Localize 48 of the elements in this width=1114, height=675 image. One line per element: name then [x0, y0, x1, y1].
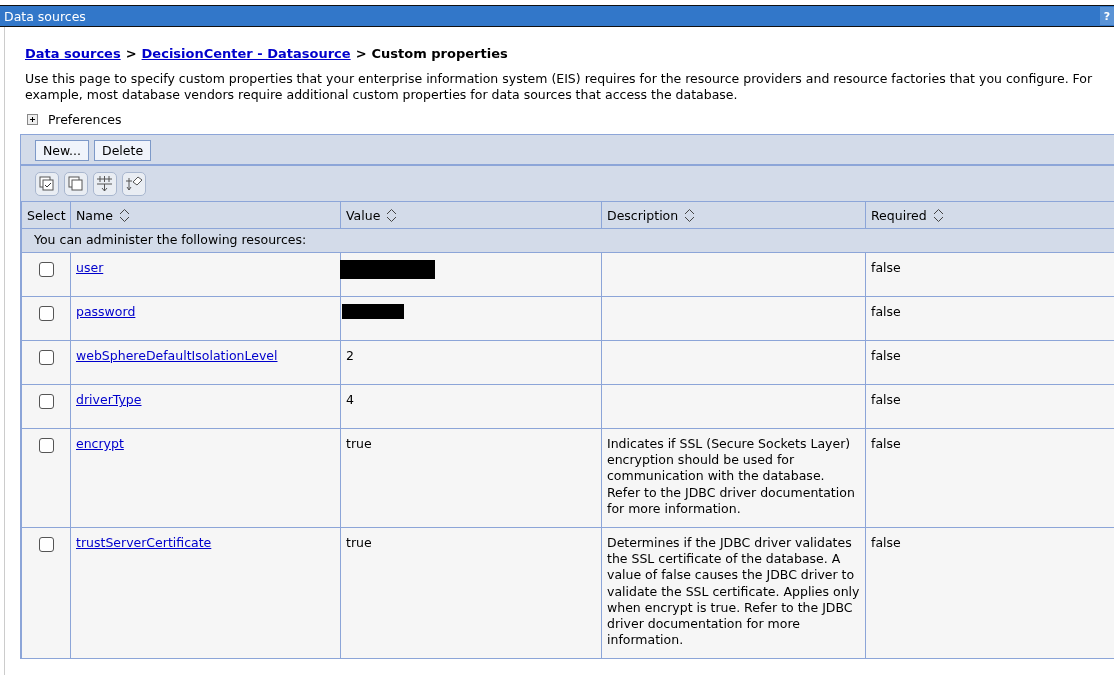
column-header[interactable]: Description [601, 201, 866, 229]
breadcrumb-separator: > [355, 46, 367, 61]
value-text: 4 [346, 392, 354, 407]
delete-button[interactable]: Delete [94, 140, 152, 161]
sort-icon[interactable] [386, 208, 398, 223]
required-text: false [871, 348, 901, 363]
property-link[interactable]: user [76, 260, 104, 275]
row-checkbox[interactable] [38, 262, 54, 277]
sort-icon[interactable] [118, 208, 130, 223]
property-link[interactable]: password [76, 304, 136, 319]
value-text: true [346, 535, 372, 550]
required-text: false [871, 392, 901, 407]
property-link[interactable]: driverType [76, 392, 142, 407]
row-checkbox[interactable] [38, 438, 54, 453]
sort-icon[interactable] [932, 208, 944, 223]
group-label: You can administer the following resources: [21, 228, 1114, 253]
breadcrumb-link[interactable]: Data sources [25, 46, 121, 61]
row-checkbox[interactable] [38, 306, 54, 321]
new-button[interactable]: New... [35, 140, 90, 161]
column-header[interactable]: Required [865, 201, 1114, 229]
breadcrumb-current: Custom properties [371, 46, 508, 61]
filter-icon[interactable] [93, 172, 117, 196]
required-text: false [871, 535, 901, 550]
select-all-icon[interactable] [35, 172, 59, 196]
description-text: Indicates if SSL (Secure Sockets Layer) encryption should be used for communication with the database. Refer to the JDBC driver documentation for more information. [607, 436, 856, 518]
required-text: false [871, 304, 901, 319]
deselect-all-icon[interactable] [64, 172, 88, 196]
row-checkbox[interactable] [38, 350, 54, 365]
value-text: true [346, 436, 372, 451]
column-header[interactable]: Name [70, 201, 341, 229]
required-text: false [871, 260, 901, 275]
breadcrumb-link[interactable]: DecisionCenter - Datasource [141, 46, 351, 61]
row-checkbox[interactable] [38, 537, 54, 552]
window-title: Data sources [3, 8, 86, 24]
column-header[interactable]: Value [340, 201, 602, 229]
preferences-label[interactable]: Preferences [48, 112, 122, 127]
required-text: false [871, 436, 901, 451]
value-text: 2 [346, 348, 354, 363]
breadcrumb-separator: > [125, 46, 137, 61]
sort-icon[interactable] [684, 208, 696, 223]
description-text: Determines if the JDBC driver validates the SSL certificate of the database. A value of false causes the JDBC driver to validate the SSL certificate. Applies only when encrypt is true. Refer to the JDBC driver documentation for more information. [607, 535, 860, 650]
property-link[interactable]: trustServerCertificate [76, 535, 212, 550]
property-link[interactable]: encrypt [76, 436, 124, 451]
row-checkbox[interactable] [38, 394, 54, 409]
column-header[interactable]: Select [21, 201, 71, 229]
description-text: Use this page to specify custom properties that your enterprise information system (EIS) requires for the resource providers and resource factories that you configure. For example, most database vendors require additional custom properties for data sources that access the database. [25, 71, 1094, 103]
expand-icon[interactable] [27, 114, 38, 125]
clear-filter-icon[interactable] [122, 172, 146, 196]
